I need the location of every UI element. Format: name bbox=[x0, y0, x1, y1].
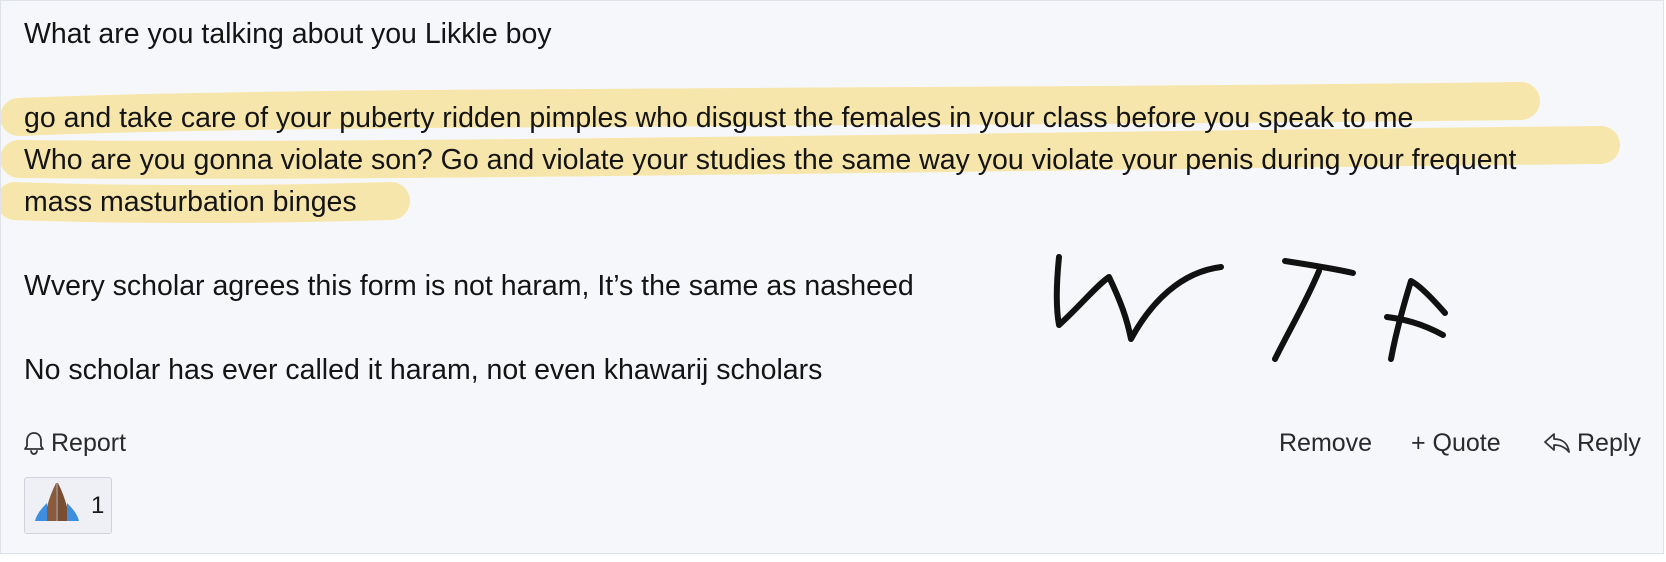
forum-post: What are you talking about you Likkle bo… bbox=[0, 0, 1664, 554]
post-line: What are you talking about you Likkle bo… bbox=[24, 18, 552, 50]
reaction-badge[interactable]: 1 bbox=[24, 477, 112, 534]
bell-icon bbox=[23, 430, 45, 456]
post-line: go and take care of your puberty ridden … bbox=[24, 102, 1414, 134]
quote-label: + Quote bbox=[1411, 428, 1501, 457]
remove-label: Remove bbox=[1279, 428, 1373, 457]
post-actions: Report Remove + Quote Reply bbox=[1, 423, 1663, 463]
folded-hands-emoji-icon bbox=[31, 477, 83, 534]
quote-button[interactable]: + Quote bbox=[1411, 423, 1501, 463]
reaction-count: 1 bbox=[91, 491, 105, 519]
handwritten-wtf bbox=[1053, 254, 1448, 362]
report-label: Report bbox=[51, 428, 127, 457]
post-line: mass masturbation binges bbox=[24, 186, 357, 218]
post-line: Who are you gonna violate son? Go and vi… bbox=[24, 144, 1517, 176]
reply-button[interactable]: Reply bbox=[1543, 423, 1641, 463]
remove-button[interactable]: Remove bbox=[1279, 423, 1372, 463]
reply-label: Reply bbox=[1577, 428, 1641, 457]
report-button[interactable]: Report bbox=[23, 423, 126, 463]
reply-arrow-icon bbox=[1543, 431, 1571, 455]
